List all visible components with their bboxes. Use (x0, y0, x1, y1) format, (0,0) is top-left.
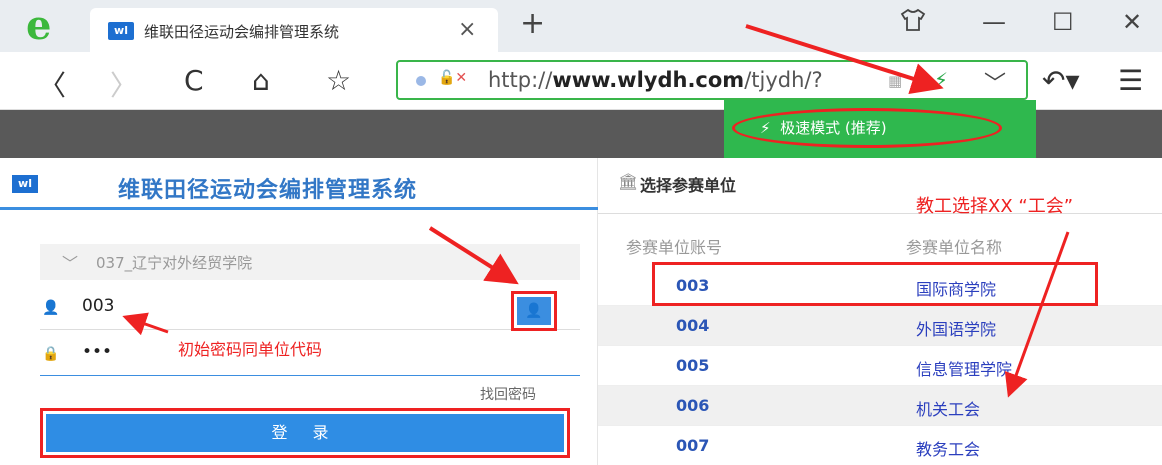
minimize-button[interactable]: — (982, 8, 1006, 36)
address-bar[interactable]: 🔓✕ http://www.wlydh.com/tjydh/? ▦ ⚡ ﹀ (396, 60, 1028, 100)
unit-panel-title: 选择参赛单位 (640, 176, 737, 195)
reload-icon[interactable]: C (184, 64, 204, 97)
building-icon: 🏛 (618, 172, 639, 191)
tab-close-icon[interactable]: × (458, 17, 476, 42)
forgot-password-link[interactable]: 找回密码 (480, 384, 536, 404)
username-value: 003 (82, 296, 115, 316)
annotation-box: 登 录 (40, 408, 570, 458)
tab-title: 维联田径运动会编排管理系统 (144, 23, 340, 41)
system-title: 维联田径运动会编排管理系统 (118, 178, 418, 203)
unit-name: 教务工会 (916, 440, 981, 459)
speed-mode-icon[interactable]: ⚡ (934, 68, 948, 92)
browser-tab[interactable]: wl 维联田径运动会编排管理系统 × (90, 8, 498, 52)
table-row[interactable]: 004 外国语学院 (598, 306, 1162, 346)
insecure-lock-icon[interactable]: 🔓✕ (438, 70, 467, 86)
unit-code: 007 (676, 436, 710, 455)
login-header: wl 维联田径运动会编排管理系统 (0, 158, 598, 210)
unit-code: 005 (676, 356, 710, 375)
maximize-button[interactable]: ☐ (1052, 8, 1074, 36)
site-info-icon[interactable] (416, 76, 426, 86)
menu-icon[interactable]: ☰ (1118, 64, 1143, 97)
school-select[interactable]: ﹀ 037_辽宁对外经贸学院 (40, 244, 580, 280)
close-window-button[interactable]: ✕ (1122, 8, 1142, 36)
shirt-icon[interactable] (900, 8, 926, 38)
select-unit-button[interactable]: 👤 (517, 297, 551, 325)
tab-favicon-icon: wl (108, 22, 134, 40)
browser-tab-bar: e wl 维联田径运动会编排管理系统 × + — ☐ ✕ (0, 0, 1162, 52)
forward-icon[interactable]: 〉 (110, 64, 138, 104)
table-row[interactable]: 006 机关工会 (598, 386, 1162, 426)
browser-logo-icon[interactable]: e (26, 6, 66, 46)
unit-note: 教工选择XX “工会” (916, 196, 1074, 217)
unit-select-panel: 🏛 选择参赛单位 教工选择XX “工会” 参赛单位账号 参赛单位名称 003 国… (598, 158, 1162, 465)
lock-icon: 🔒 (42, 346, 60, 362)
username-field[interactable]: 👤 003 (40, 288, 580, 330)
new-tab-button[interactable]: + (520, 6, 545, 41)
chevron-down-icon: ﹀ (62, 254, 79, 273)
user-icon: 👤 (42, 300, 60, 316)
column-header-code: 参赛单位账号 (626, 238, 723, 257)
password-value: ••• (82, 342, 113, 362)
unit-code: 004 (676, 316, 710, 335)
unit-name: 信息管理学院 (916, 360, 1013, 379)
annotation-box: 👤 (511, 291, 557, 331)
annotation-oval (732, 108, 1002, 148)
unit-code: 006 (676, 396, 710, 415)
school-select-value: 037_辽宁对外经贸学院 (96, 254, 253, 272)
unit-name: 机关工会 (916, 400, 981, 419)
chevron-down-icon[interactable]: ﹀ (984, 66, 1006, 98)
back-icon[interactable]: 〈 (38, 64, 66, 104)
login-panel: wl 维联田径运动会编排管理系统 ﹀ 037_辽宁对外经贸学院 👤 003 👤 … (0, 158, 598, 465)
home-icon[interactable]: ⌂ (252, 64, 270, 97)
password-field[interactable]: 🔒 ••• (40, 334, 580, 376)
annotation-box (652, 262, 1098, 306)
url-text[interactable]: http://www.wlydh.com/tjydh/? (488, 68, 823, 92)
star-icon[interactable]: ☆ (326, 64, 351, 97)
qr-code-icon[interactable]: ▦ (888, 72, 902, 90)
column-header-name: 参赛单位名称 (906, 238, 1003, 257)
undo-icon[interactable]: ↶▾ (1042, 64, 1080, 97)
table-row[interactable]: 005 信息管理学院 (598, 346, 1162, 386)
table-row[interactable]: 007 教务工会 (598, 426, 1162, 465)
unit-name: 外国语学院 (916, 320, 997, 339)
system-logo: wl (12, 175, 38, 193)
unit-panel-header: 🏛 选择参赛单位 教工选择XX “工会” (598, 158, 1162, 217)
login-button[interactable]: 登 录 (46, 414, 564, 452)
